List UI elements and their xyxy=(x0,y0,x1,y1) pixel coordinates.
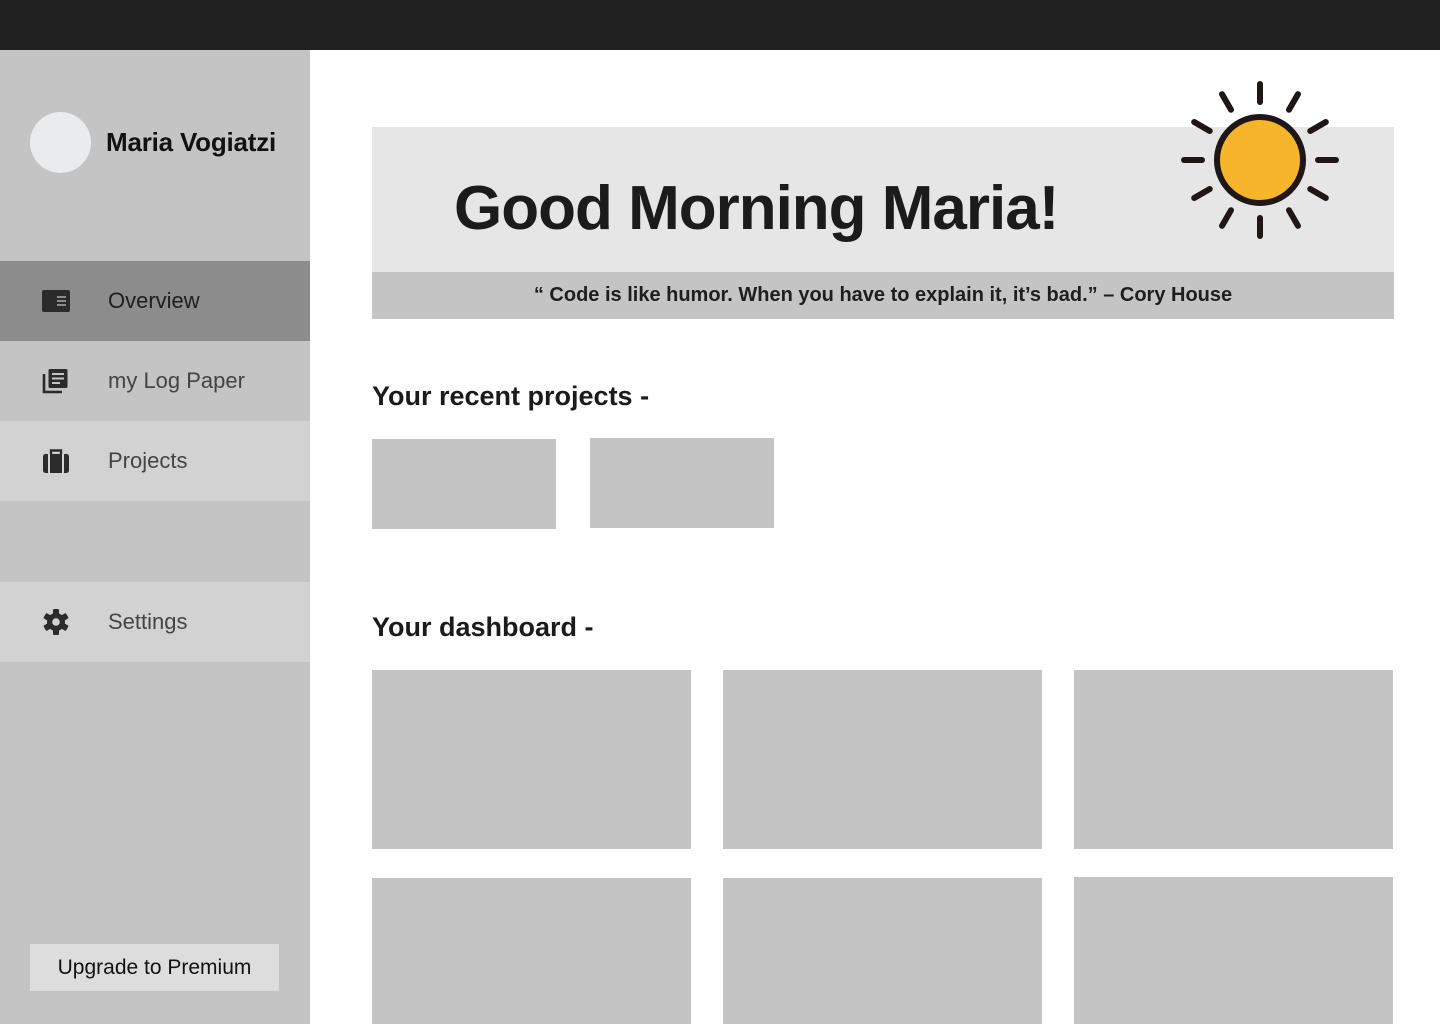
gear-icon xyxy=(40,606,72,638)
dashboard-card[interactable] xyxy=(1074,877,1393,1024)
sidebar-item-settings[interactable]: Settings xyxy=(0,582,310,662)
recent-project-card[interactable] xyxy=(590,438,774,528)
greeting-title: Good Morning Maria! xyxy=(454,174,1059,243)
dashboard-card[interactable] xyxy=(372,670,691,849)
recent-projects-title: Your recent projects - xyxy=(372,381,650,411)
sidebar-spacer xyxy=(0,501,310,581)
profile-name: Maria Vogiatzi xyxy=(106,127,277,157)
upgrade-premium-button[interactable]: Upgrade to Premium xyxy=(30,944,279,991)
dashboard-title: Your dashboard - xyxy=(372,612,594,642)
sidebar-item-log-paper[interactable]: my Log Paper xyxy=(0,341,310,421)
sidebar-item-label: Settings xyxy=(108,609,188,634)
recent-project-card[interactable] xyxy=(372,439,556,529)
sidebar-item-overview[interactable]: Overview xyxy=(0,261,310,341)
briefcase-icon xyxy=(40,445,72,477)
sidebar-item-label: my Log Paper xyxy=(108,368,245,393)
sidebar-item-projects[interactable]: Projects xyxy=(0,421,310,501)
sidebar: Maria Vogiatzi Overview my Log Paper Pro… xyxy=(0,50,310,1024)
sidebar-item-label: Overview xyxy=(108,288,200,313)
article-icon xyxy=(40,285,72,317)
dashboard-card[interactable] xyxy=(723,878,1042,1024)
dashboard-card[interactable] xyxy=(723,670,1042,849)
quote-bar: “ Code is like humor. When you have to e… xyxy=(372,272,1394,319)
quote-text: “ Code is like humor. When you have to e… xyxy=(533,284,1233,306)
avatar[interactable] xyxy=(30,112,91,173)
sidebar-item-label: Projects xyxy=(108,448,188,473)
dashboard-card[interactable] xyxy=(372,878,691,1024)
library-books-icon xyxy=(40,365,72,397)
dashboard-card[interactable] xyxy=(1074,670,1393,849)
user-profile[interactable]: Maria Vogiatzi xyxy=(30,112,276,173)
top-bar xyxy=(0,0,1440,50)
sun-icon xyxy=(1178,78,1344,244)
